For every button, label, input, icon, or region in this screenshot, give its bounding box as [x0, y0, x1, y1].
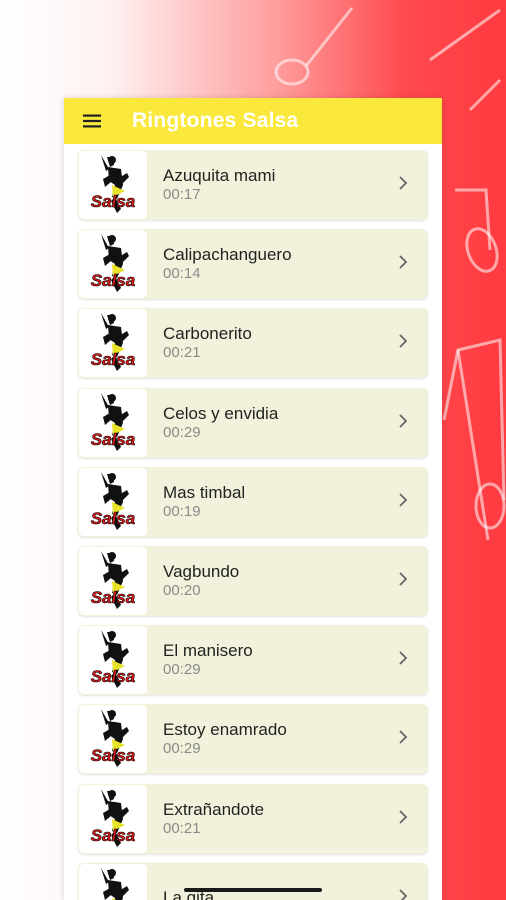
ringtone-duration: 00:21 [163, 819, 201, 837]
list-item[interactable]: Salsa Celos y envidia 00:29 [78, 387, 428, 458]
salsa-thumbnail: Salsa [79, 467, 147, 536]
ringtone-name: Extrañandote [163, 799, 265, 819]
ringtone-text: Carbonerito 00:21 [163, 324, 252, 362]
ringtone-duration: 00:20 [163, 581, 201, 599]
salsa-thumbnail: Salsa [79, 309, 147, 378]
home-indicator[interactable] [184, 888, 322, 892]
chevron-right-icon [399, 651, 408, 665]
ringtone-name: Estoy enamrado [163, 720, 287, 740]
chevron-right-icon [399, 572, 408, 586]
ringtone-name: Carbonerito [163, 324, 252, 344]
salsa-logo-text: Salsa [91, 667, 135, 686]
list-item[interactable]: Salsa Mas timbal 00:19 [78, 466, 428, 537]
salsa-thumbnail: Salsa [79, 705, 147, 774]
ringtone-name: El manisero [163, 641, 253, 661]
chevron-right-icon [399, 809, 408, 824]
ringtone-name: Calipachanguero [163, 245, 292, 265]
ringtone-duration: 00:21 [163, 344, 201, 362]
chevron-right-icon [399, 730, 408, 744]
salsa-thumbnail: Salsa [79, 784, 147, 853]
salsa-logo-text: Salsa [91, 192, 135, 211]
app-bar: Ringtones Salsa [64, 98, 442, 144]
ringtone-text: Estoy enamrado 00:29 [163, 720, 287, 758]
salsa-logo-text: Salsa [91, 746, 135, 765]
ringtone-text: Calipachanguero 00:14 [163, 245, 292, 283]
salsa-logo-text: Salsa [91, 826, 135, 845]
ringtone-name: Vagbundo [163, 561, 240, 581]
ringtone-text: Celos y envidia 00:29 [163, 404, 278, 442]
list-item[interactable]: Salsa Vagbundo 00:20 [78, 545, 428, 616]
ringtone-duration: 00:14 [163, 265, 201, 283]
ringtone-duration: 00:17 [163, 186, 201, 203]
list-item[interactable]: Salsa Calipachanguero 00:14 [78, 229, 428, 300]
ringtone-text: Vagbundo 00:20 [163, 562, 239, 600]
salsa-logo-text: Salsa [91, 588, 135, 607]
salsa-thumbnail: Salsa [79, 230, 147, 299]
list-item[interactable]: SalsaLa gita [78, 862, 428, 900]
ringtone-duration: 00:29 [163, 661, 201, 679]
list-item[interactable]: Salsa Azuquita mami 00:17 [78, 150, 428, 220]
salsa-thumbnail: Salsa [79, 546, 147, 615]
list-item[interactable]: Salsa El manisero 00:29 [78, 625, 428, 696]
chevron-right-icon [399, 889, 408, 900]
salsa-logo-text: Salsa [91, 430, 135, 449]
ringtone-name: Celos y envidia [163, 403, 279, 423]
list-item[interactable]: Salsa Extrañandote 00:21 [78, 783, 428, 854]
chevron-right-icon [399, 334, 408, 349]
chevron-right-icon [399, 176, 408, 190]
ringtone-list: Salsa Azuquita mami 00:17 Salsa Calipachangu… [78, 150, 428, 900]
list-item[interactable]: Salsa Carbonerito 00:21 [78, 308, 428, 379]
list-item[interactable]: Salsa Estoy enamrado 00:29 [78, 704, 428, 775]
ringtone-text: Mas timbal 00:19 [163, 483, 245, 521]
ringtone-duration: 00:29 [163, 740, 201, 758]
menu-button[interactable] [64, 98, 120, 144]
salsa-thumbnail: Salsa [79, 626, 147, 695]
salsa-thumbnail: Salsa [79, 863, 147, 900]
app-window: Ringtones Salsa Salsa Azuquita mami 00:17 S… [64, 98, 442, 900]
ringtone-duration: 00:19 [163, 502, 201, 520]
menu-icon [83, 114, 101, 128]
chevron-right-icon [399, 255, 408, 269]
salsa-logo-text: Salsa [91, 271, 135, 290]
salsa-logo-text: Salsa [91, 509, 135, 528]
app-title: Ringtones Salsa [132, 109, 299, 132]
chevron-right-icon [399, 493, 408, 507]
salsa-thumbnail: Salsa [79, 388, 147, 457]
salsa-thumbnail: Salsa [79, 151, 147, 219]
salsa-logo-text: Salsa [91, 350, 135, 369]
ringtone-duration: 00:29 [163, 423, 201, 441]
ringtone-text: Azuquita mami 00:17 [163, 166, 275, 204]
ringtone-text: Extrañandote 00:21 [163, 800, 264, 838]
ringtone-name: Mas timbal [163, 482, 246, 502]
chevron-right-icon [399, 413, 408, 428]
ringtone-name: Azuquita mami [163, 166, 276, 185]
ringtone-text: El manisero 00:29 [163, 641, 253, 679]
